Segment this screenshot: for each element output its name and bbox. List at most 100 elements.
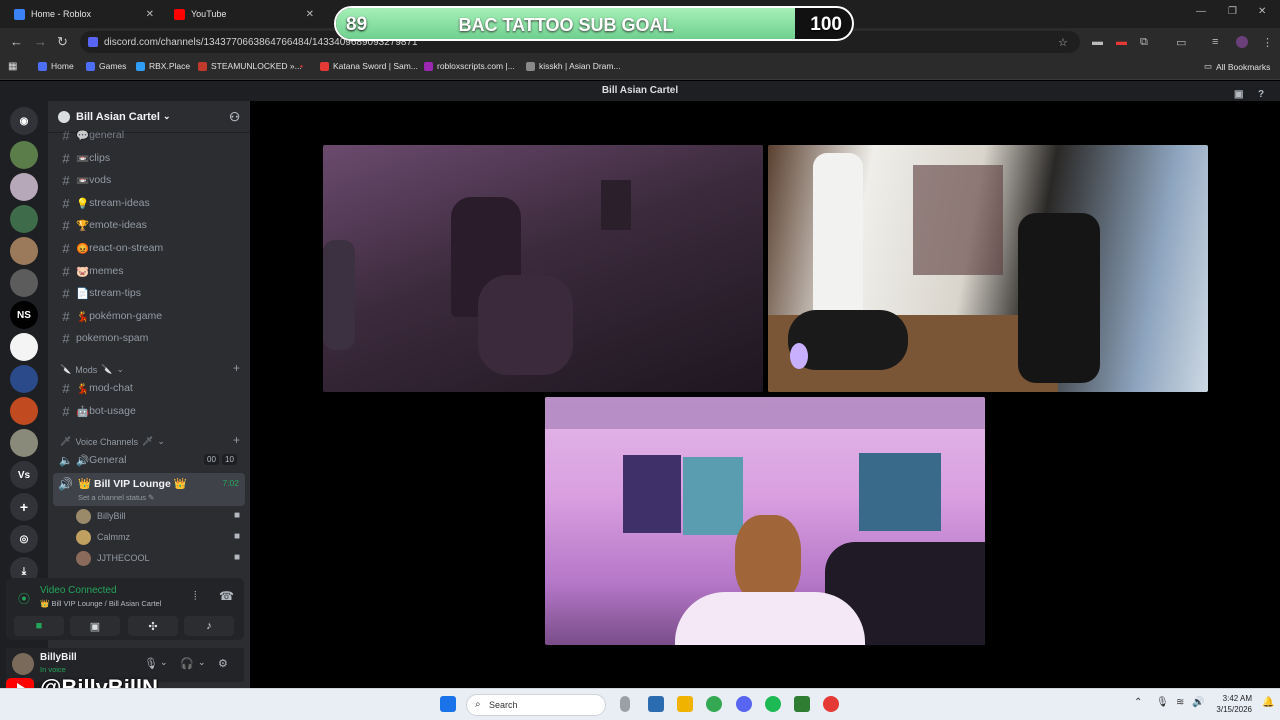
media-icon[interactable]: ≡ bbox=[1212, 36, 1218, 48]
extension-icon[interactable]: ▬ bbox=[1092, 36, 1103, 48]
category-mods[interactable]: 🔪 Mods 🔪 ⌄ bbox=[60, 364, 124, 375]
minimize-icon[interactable]: — bbox=[1196, 6, 1206, 17]
bookmark-katana[interactable]: Katana Sword | Sam... bbox=[320, 61, 418, 71]
cast-icon[interactable]: ▭ bbox=[1176, 36, 1186, 49]
screen-share-button[interactable]: ▣ bbox=[70, 616, 120, 636]
tab-roblox[interactable]: Home - Roblox ✕ bbox=[4, 2, 164, 26]
chevron-down-icon[interactable]: ⌄ bbox=[160, 657, 168, 668]
server-ns-icon[interactable]: NS bbox=[10, 301, 38, 329]
start-button-icon[interactable] bbox=[440, 696, 456, 712]
bookmark-games[interactable]: Games bbox=[86, 61, 126, 71]
discord-icon[interactable] bbox=[736, 696, 752, 712]
server-icon[interactable] bbox=[10, 429, 38, 457]
channel-bot-usage[interactable]: # 🤖 bot-usage bbox=[56, 401, 244, 421]
channel-status[interactable]: Set a channel status ✎ bbox=[78, 493, 154, 502]
server-icon[interactable] bbox=[10, 237, 38, 265]
taskbar-search[interactable]: ⌕ Search bbox=[466, 694, 606, 716]
soundboard-button[interactable]: ♪ bbox=[184, 616, 234, 636]
mouse-app-icon[interactable] bbox=[620, 696, 630, 712]
server-icon[interactable] bbox=[10, 205, 38, 233]
all-bookmarks[interactable]: ▭ All Bookmarks bbox=[1204, 61, 1270, 72]
activities-button[interactable]: ✣ bbox=[128, 616, 178, 636]
apps-grid-icon[interactable]: ▦ bbox=[8, 61, 17, 72]
noise-suppression-icon[interactable]: ⦙ bbox=[194, 589, 197, 604]
server-icon[interactable] bbox=[10, 397, 38, 425]
bookmark-steamunlocked[interactable]: STEAMUNLOCKED »... bbox=[198, 61, 302, 71]
channel-react-on-stream[interactable]: # 😡 react-on-stream bbox=[56, 238, 244, 258]
user-name[interactable]: BillyBill bbox=[40, 652, 77, 663]
bookmark-robloxscripts[interactable]: robloxscripts.com |... bbox=[424, 61, 515, 71]
maximize-icon[interactable]: ❐ bbox=[1228, 6, 1237, 17]
app-icon[interactable] bbox=[794, 696, 810, 712]
user-avatar[interactable] bbox=[12, 653, 34, 675]
discord-home-icon[interactable]: ◉ bbox=[10, 107, 38, 135]
server-icon[interactable] bbox=[10, 269, 38, 297]
channel-pokemon-game[interactable]: # 💃 pokémon-game bbox=[56, 306, 244, 326]
spotify-icon[interactable] bbox=[765, 696, 781, 712]
server-icon[interactable] bbox=[10, 365, 38, 393]
server-icon[interactable] bbox=[10, 333, 38, 361]
channel-mod-chat[interactable]: # 💃 mod-chat bbox=[56, 378, 244, 398]
taskbar-clock[interactable]: 3:42 AM 3/15/2026 bbox=[1216, 693, 1252, 715]
reload-icon[interactable]: ↻ bbox=[57, 34, 68, 50]
voice-channel-active[interactable]: 🔊 👑 Bill VIP Lounge 👑 Set a channel stat… bbox=[53, 473, 245, 506]
bookmark-red-icon[interactable]: • bbox=[300, 61, 303, 71]
camera-toggle-button[interactable]: ■ bbox=[14, 616, 64, 636]
bookmark-home[interactable]: Home bbox=[38, 61, 74, 71]
close-tab-icon[interactable]: ✕ bbox=[146, 9, 154, 20]
video-tile-streamer[interactable] bbox=[545, 397, 985, 645]
extensions-puzzle-icon[interactable]: ⧉ bbox=[1140, 36, 1148, 49]
headphones-icon[interactable]: 🎧 bbox=[180, 657, 194, 670]
extension-red-icon[interactable]: ▬ bbox=[1116, 36, 1127, 48]
channel-general[interactable]: # 💬 general bbox=[56, 125, 244, 145]
channel-pokemon-spam[interactable]: # pokemon-spam bbox=[56, 328, 244, 348]
add-server-icon[interactable]: + bbox=[10, 493, 38, 521]
notification-icon[interactable]: 🔔 bbox=[1262, 697, 1274, 708]
channel-clips[interactable]: # 📼 clips bbox=[56, 148, 244, 168]
voice-member[interactable]: Calmmz bbox=[76, 528, 130, 546]
volume-icon[interactable]: 🔊 bbox=[1192, 697, 1204, 708]
taskview-icon[interactable] bbox=[648, 696, 664, 712]
settings-gear-icon[interactable]: ⚙ bbox=[218, 657, 228, 670]
bookmark-star-icon[interactable]: ☆ bbox=[1058, 36, 1068, 49]
site-info-icon[interactable] bbox=[88, 37, 98, 47]
forward-icon[interactable]: → bbox=[34, 34, 47, 49]
voice-member[interactable]: BillyBill bbox=[76, 507, 126, 525]
chevron-down-icon[interactable]: ⌄ bbox=[198, 657, 206, 668]
server-vs-icon[interactable]: Vs bbox=[10, 461, 38, 489]
create-channel-icon[interactable]: + bbox=[233, 433, 240, 447]
tab-youtube[interactable]: YouTube ✕ bbox=[164, 2, 324, 26]
close-window-icon[interactable]: ✕ bbox=[1258, 6, 1266, 17]
back-icon[interactable]: ← bbox=[10, 34, 23, 49]
voice-member[interactable]: JJTHECOOL bbox=[76, 549, 150, 567]
bookmark-kisskh[interactable]: kisskh | Asian Dram... bbox=[526, 61, 621, 71]
signal-icon[interactable]: ⦿ bbox=[18, 590, 30, 607]
file-explorer-icon[interactable] bbox=[677, 696, 693, 712]
channel-stream-ideas[interactable]: # 💡 stream-ideas bbox=[56, 193, 244, 213]
wifi-icon[interactable]: ≋ bbox=[1176, 697, 1184, 708]
server-icon[interactable] bbox=[10, 173, 38, 201]
channel-memes[interactable]: # 🐷 memes bbox=[56, 261, 244, 281]
voice-location[interactable]: 👑 Bill VIP Lounge / Bill Asian Cartel bbox=[40, 599, 161, 608]
tray-mic-icon[interactable]: 🎙 bbox=[1156, 697, 1169, 708]
tray-chevron-icon[interactable]: ⌃ bbox=[1134, 697, 1142, 708]
disconnect-icon[interactable]: ☎ bbox=[219, 589, 234, 603]
category-voice[interactable]: 🗡 Voice Channels 🗡 ⌄ bbox=[60, 436, 165, 447]
menu-kebab-icon[interactable]: ⋮ bbox=[1262, 36, 1273, 49]
discover-icon[interactable]: ◎ bbox=[10, 525, 38, 553]
bookmark-rbx-place[interactable]: RBX.Place bbox=[136, 61, 190, 71]
close-tab-icon[interactable]: ✕ bbox=[306, 9, 314, 20]
invite-people-icon[interactable]: ⚇ bbox=[229, 110, 240, 124]
opera-icon[interactable] bbox=[823, 696, 839, 712]
chrome-icon[interactable] bbox=[706, 696, 722, 712]
create-channel-icon[interactable]: + bbox=[233, 361, 240, 375]
channel-vods[interactable]: # 📼 vods bbox=[56, 170, 244, 190]
voice-status[interactable]: Video Connected bbox=[40, 585, 117, 596]
server-icon[interactable] bbox=[10, 141, 38, 169]
profile-avatar[interactable] bbox=[1236, 36, 1248, 48]
microphone-icon[interactable]: 🎙 bbox=[144, 657, 158, 670]
video-tile-bedroom[interactable] bbox=[768, 145, 1208, 392]
channel-stream-tips[interactable]: # 📄 stream-tips bbox=[56, 283, 244, 303]
channel-emote-ideas[interactable]: # 🏆 emote-ideas bbox=[56, 215, 244, 235]
video-tile-empty-room[interactable] bbox=[323, 145, 763, 392]
